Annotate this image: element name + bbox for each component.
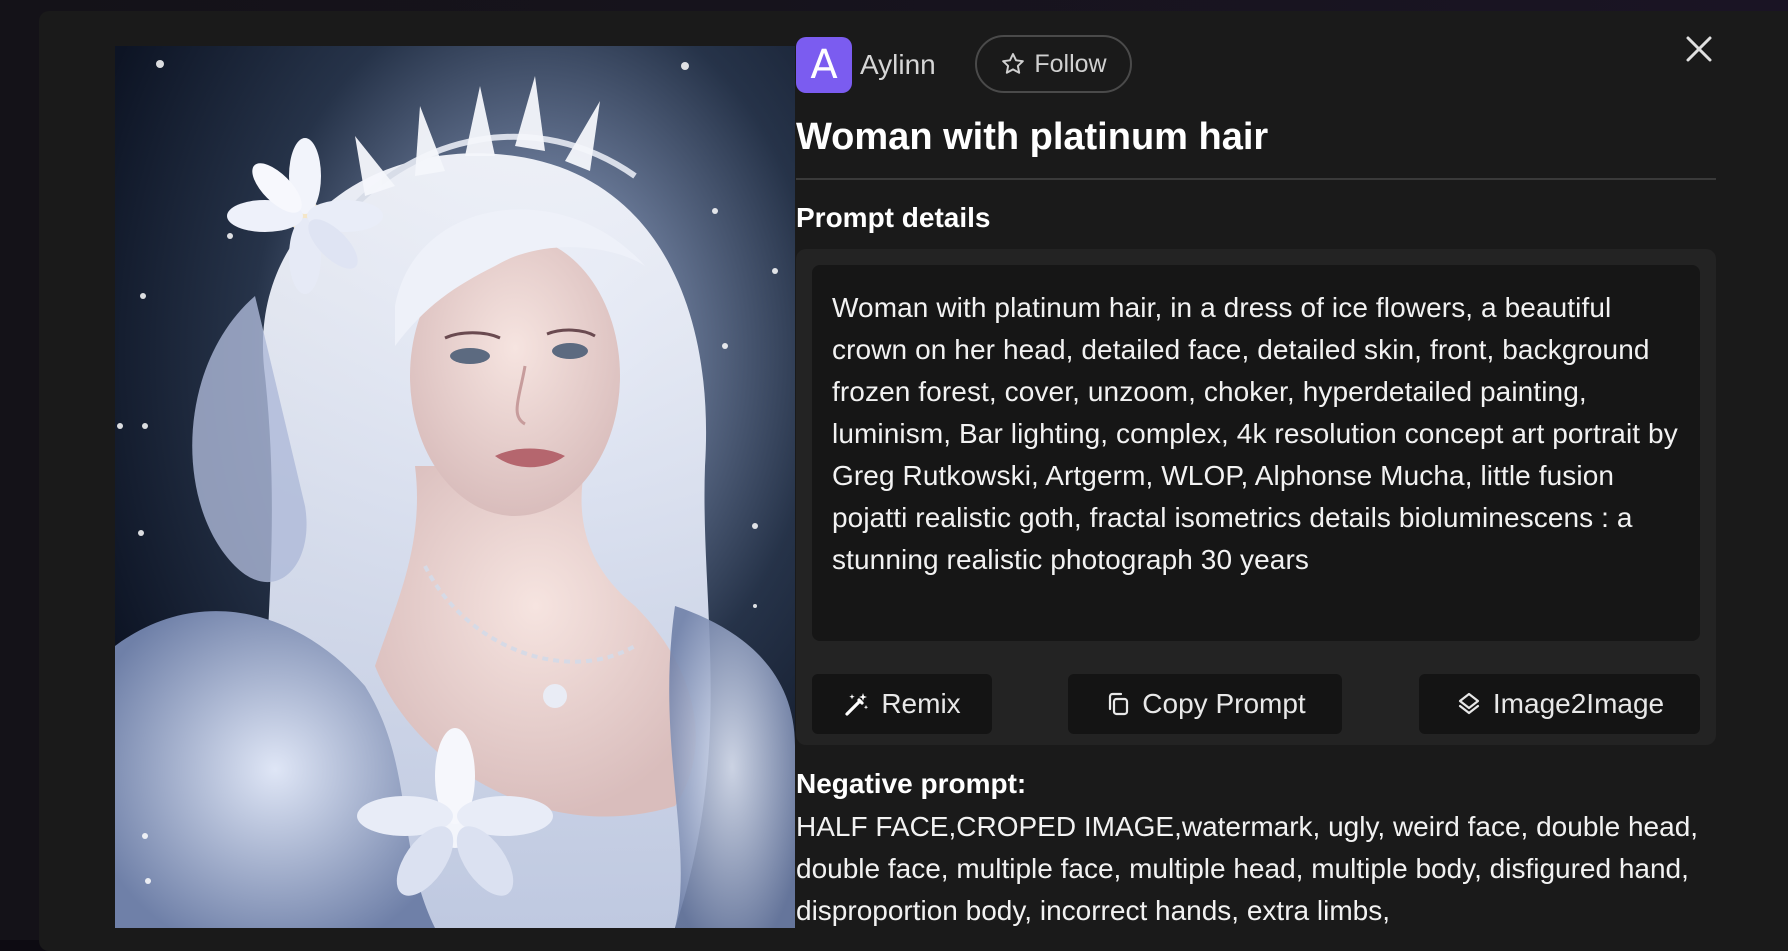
copy-prompt-button-label: Copy Prompt <box>1142 688 1306 719</box>
prompt-text[interactable]: Woman with platinum hair, in a dress of … <box>812 265 1700 641</box>
follow-button-label: Follow <box>1034 49 1107 78</box>
close-icon <box>1685 35 1713 68</box>
star-outline-icon <box>1000 51 1026 77</box>
image-title: Woman with platinum hair <box>796 116 1269 158</box>
image2image-button-label: Image2Image <box>1492 688 1665 719</box>
layers-icon <box>1455 690 1483 718</box>
remix-button[interactable]: Remix <box>812 674 992 734</box>
remix-button-label: Remix <box>881 688 961 719</box>
negative-prompt-text[interactable]: HALF FACE,CROPED IMAGE,watermark, ugly, … <box>796 806 1716 932</box>
close-button[interactable] <box>1677 29 1721 73</box>
author-name[interactable]: Aylinn <box>860 46 936 84</box>
prompt-details-label: Prompt details <box>796 202 991 233</box>
negative-prompt-label: Negative prompt: <box>796 768 1027 799</box>
image2image-button[interactable]: Image2Image <box>1419 674 1700 734</box>
avatar-letter: A <box>810 42 838 88</box>
artwork-illustration <box>115 46 795 928</box>
author-avatar[interactable]: A <box>796 37 852 93</box>
magic-wand-icon <box>843 690 871 718</box>
follow-button[interactable]: Follow <box>975 35 1132 93</box>
copy-prompt-button[interactable]: Copy Prompt <box>1068 674 1342 734</box>
generated-artwork-image[interactable] <box>115 46 795 928</box>
copy-icon <box>1104 690 1132 718</box>
title-divider <box>796 178 1716 180</box>
